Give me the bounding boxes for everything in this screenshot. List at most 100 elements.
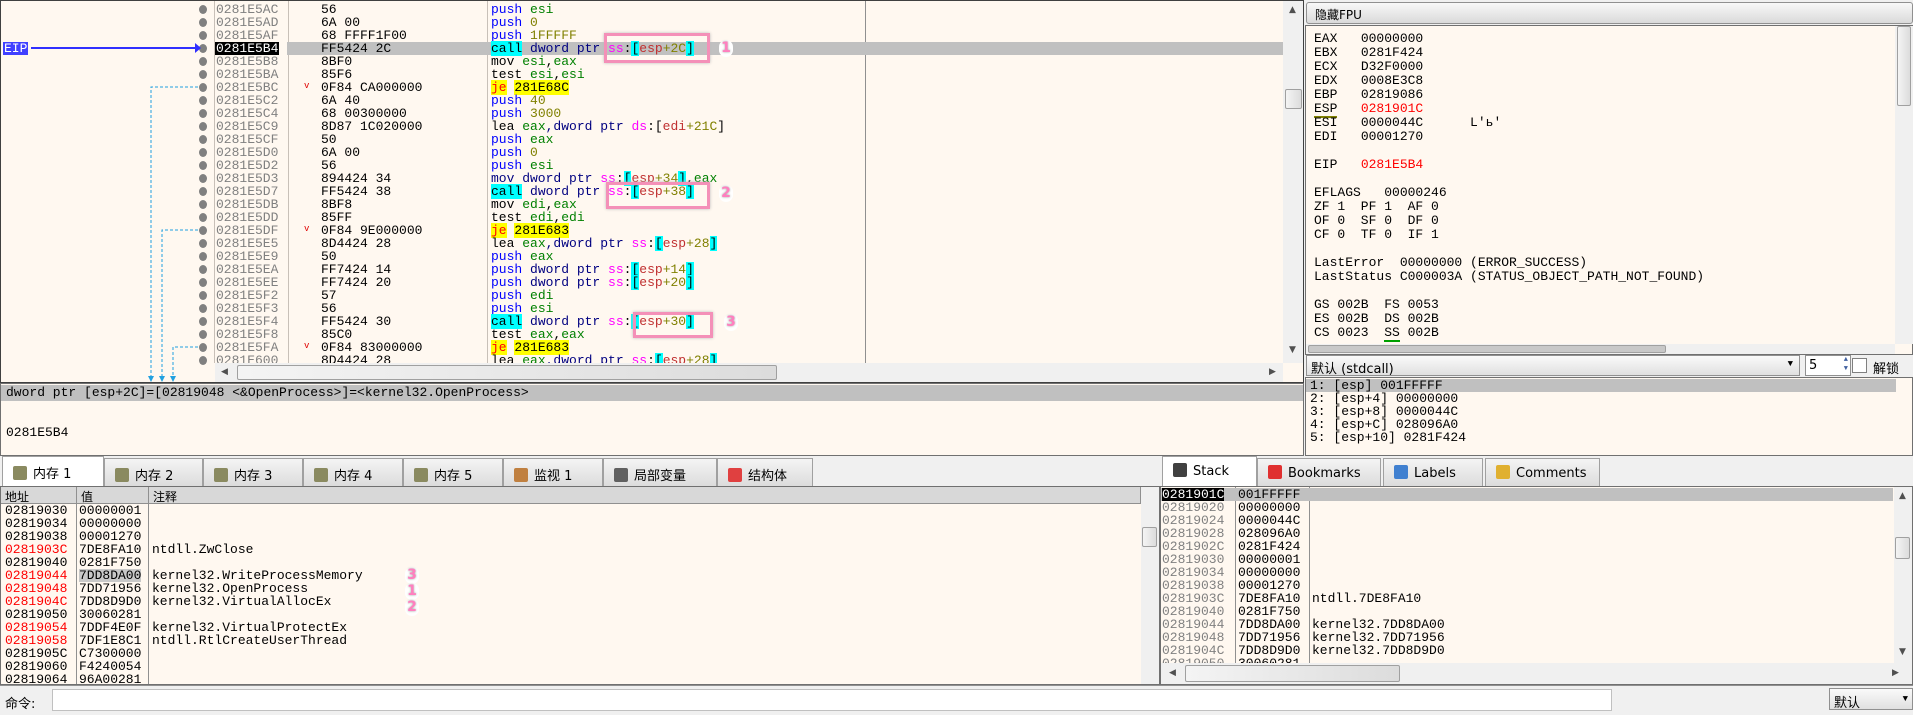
instruction-token: +21C	[686, 119, 718, 134]
register-token: EBP	[1314, 87, 1361, 102]
watch-icon	[514, 468, 528, 482]
spinner-arrows-icon[interactable]: ▲ ▼	[1844, 356, 1848, 374]
register-line[interactable]: ZF 1 PF 1 AF 0	[1314, 200, 1439, 214]
registers-panel[interactable]: EAX 00000000 EBX 0281F424 ECX D32F0000 EDX …	[1305, 25, 1913, 355]
tab-内存-1[interactable]: 内存 1	[2, 456, 104, 486]
memory-row[interactable]: 02819058 7DF1E8C1 ntdll.RtlCreateUserThrea…	[1, 634, 1141, 647]
register-line[interactable]: EDI 00001270	[1314, 130, 1423, 144]
memory-row[interactable]: 0281904C 7DD8D9D0 kernel32.VirtualAllocEx	[1, 595, 1141, 608]
column-header-comment[interactable]: 注释	[149, 487, 1141, 504]
calling-convention-value: 默认 (stdcall)	[1311, 362, 1394, 377]
tab-label: 局部变量	[634, 469, 687, 484]
register-line[interactable]: ESI 0000044C L'ь'	[1314, 116, 1501, 130]
scroll-down-arrow-icon[interactable]: ▼	[1289, 345, 1296, 355]
register-line[interactable]: OF 0 SF 0 DF 0	[1314, 214, 1439, 228]
registers-vertical-scrollbar[interactable]	[1895, 26, 1913, 344]
instruction-token: ss	[608, 275, 624, 290]
scroll-thumb[interactable]	[1897, 26, 1911, 106]
tab-内存-2[interactable]: 内存 2	[104, 458, 203, 486]
register-token: SS	[1384, 325, 1400, 342]
register-line[interactable]: EBX 0281F424	[1314, 46, 1423, 60]
tab-label: Comments	[1516, 466, 1587, 481]
tab-内存-4[interactable]: 内存 4	[303, 458, 403, 486]
tab-comments[interactable]: Comments	[1485, 458, 1600, 486]
tab-label: 内存 5	[434, 469, 473, 484]
arguments-list[interactable]: 1: [esp] 001FFFFF 2: [esp+4] 00000000 3: […	[1305, 377, 1913, 456]
label-icon	[1394, 465, 1408, 479]
memory-vertical-scrollbar[interactable]	[1141, 487, 1159, 684]
register-line[interactable]: LastError 00000000 (ERROR_SUCCESS)	[1314, 256, 1587, 270]
registers-horizontal-scrollbar[interactable]	[1306, 344, 1895, 354]
register-token: CF 0 TF 0 IF 1	[1314, 227, 1439, 242]
lock-checkbox[interactable]	[1852, 358, 1867, 373]
scroll-left-arrow-icon[interactable]: ◀	[221, 367, 228, 377]
register-line[interactable]: ECX D32F0000	[1314, 60, 1423, 74]
register-line[interactable]: GS 002B FS 0053	[1314, 298, 1439, 312]
stack-vertical-scrollbar[interactable]: ▲ ▼	[1894, 487, 1912, 663]
scroll-left-arrow-icon[interactable]: ◀	[1169, 668, 1176, 678]
scroll-thumb[interactable]	[1285, 89, 1302, 109]
register-line[interactable]: CS 0023 SS 002B	[1314, 325, 1439, 342]
scroll-thumb[interactable]	[1895, 537, 1910, 559]
register-line[interactable]: EDX 0008E3C8	[1314, 74, 1423, 88]
scroll-right-arrow-icon[interactable]: ▶	[1269, 367, 1276, 377]
stack-view[interactable]: 0281901C 001FFFFF 02819020 00000000 02819024…	[1160, 486, 1913, 685]
stack-horizontal-scrollbar[interactable]: ◀ ▶	[1161, 663, 1912, 684]
scroll-down-arrow-icon[interactable]: ▼	[1899, 647, 1906, 657]
command-mode-select[interactable]: 默认 ▼	[1829, 688, 1913, 711]
tab-局部变量[interactable]: 局部变量	[603, 458, 717, 486]
tab-内存-5[interactable]: 内存 5	[403, 458, 503, 486]
annotation-number: 3	[724, 314, 738, 331]
register-line[interactable]: LastStatus C000003A (STATUS_OBJECT_PATH_…	[1314, 270, 1704, 284]
register-line[interactable]: EBP 02819086	[1314, 88, 1423, 102]
argument-row[interactable]: 5: [esp+10] 0281F424	[1306, 431, 1896, 444]
scroll-right-arrow-icon[interactable]: ▶	[1892, 668, 1899, 678]
argument-count-spinner[interactable]: 5 ▲ ▼	[1805, 355, 1851, 376]
tab-内存-3[interactable]: 内存 3	[203, 458, 303, 486]
disasm-vertical-scrollbar[interactable]: ▲ ▼	[1283, 1, 1303, 363]
tab-stack[interactable]: Stack	[1162, 456, 1257, 486]
register-line[interactable]: EIP 0281E5B4	[1314, 158, 1423, 172]
instruction-token: ]	[686, 275, 694, 290]
bookmark-icon	[1268, 465, 1282, 479]
register-token: EAX	[1314, 31, 1361, 46]
tab-bookmarks[interactable]: Bookmarks	[1257, 458, 1381, 486]
tab-监视-1[interactable]: 监视 1	[503, 458, 603, 486]
hide-fpu-button[interactable]: 隐藏FPU	[1306, 2, 1913, 24]
jump-line	[172, 346, 198, 378]
scroll-up-arrow-icon[interactable]: ▲	[1899, 491, 1906, 501]
scroll-up-arrow-icon[interactable]: ▲	[1289, 5, 1296, 15]
tab-label: 内存 2	[135, 469, 174, 484]
register-line[interactable]: ESP 0281901C	[1314, 101, 1423, 118]
column-header-address[interactable]: 地址	[1, 487, 77, 504]
disasm-horizontal-scrollbar[interactable]: ◀ ▶	[215, 363, 1283, 382]
memory-icon	[214, 468, 228, 482]
disassembly-view[interactable]: 0281E5AC 56 push esi 0281E5AD 6A 00 push 0 028…	[0, 0, 1304, 383]
memory-row[interactable]: 02819034 00000000	[1, 517, 1141, 530]
register-line[interactable]: EAX 00000000	[1314, 32, 1423, 46]
stack-comment: kernel32.7DD8D9D0	[1312, 643, 1445, 658]
scroll-thumb[interactable]	[237, 365, 777, 380]
memory-row[interactable]: 02819060 F4240054	[1, 660, 1141, 673]
column-header-value[interactable]: 值	[77, 487, 149, 504]
scroll-thumb[interactable]	[1308, 345, 1666, 353]
tab-结构体[interactable]: 结构体	[717, 458, 813, 486]
memory-row[interactable]: 0281905C C7300000	[1, 647, 1141, 660]
register-token: EDI	[1314, 129, 1361, 144]
memory-dump[interactable]: 地址 值 注释 02819030 00000001 02819034 00000000…	[0, 486, 1160, 686]
tab-labels[interactable]: Labels	[1383, 458, 1483, 486]
memory-row[interactable]: 02819030 00000001	[1, 504, 1141, 517]
command-input[interactable]	[52, 689, 1612, 711]
register-token: 00000000	[1360, 31, 1424, 46]
scroll-thumb[interactable]	[1142, 527, 1157, 547]
memory-row[interactable]: 0281903C 7DE8FA10 ntdll.ZwClose	[1, 543, 1141, 556]
register-line[interactable]: EFLAGS 00000246	[1314, 186, 1447, 200]
register-line[interactable]: CF 0 TF 0 IF 1	[1314, 228, 1439, 242]
register-token: EFLAGS 00000246	[1314, 185, 1447, 200]
jump-arrows	[31, 43, 201, 382]
register-line[interactable]: ES 002B DS 002B	[1314, 312, 1439, 326]
scroll-thumb[interactable]	[1185, 665, 1400, 682]
calling-convention-select[interactable]: 默认 (stdcall) ▼	[1306, 355, 1800, 377]
tab-label: 内存 4	[334, 469, 373, 484]
jump-arrowhead	[159, 376, 165, 382]
